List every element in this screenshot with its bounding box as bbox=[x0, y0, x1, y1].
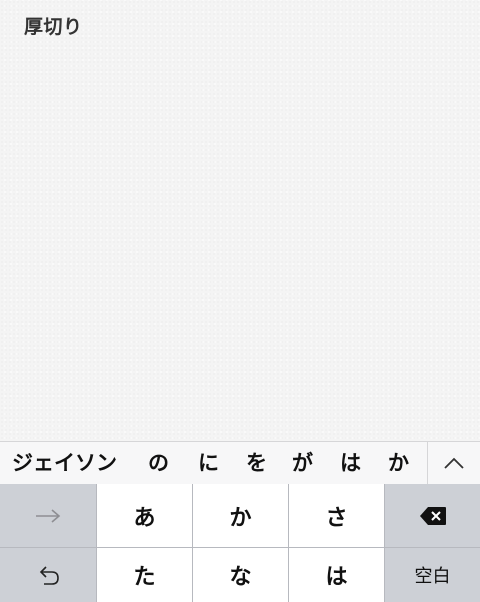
key-ta[interactable]: た bbox=[97, 548, 192, 602]
keyboard: あ か さ た な は 空白 bbox=[0, 484, 480, 602]
key-ha[interactable]: は bbox=[289, 548, 384, 602]
chevron-up-icon bbox=[444, 457, 464, 469]
delete-key[interactable] bbox=[385, 484, 480, 547]
note-canvas[interactable]: 厚切り bbox=[0, 0, 480, 441]
space-key[interactable]: 空白 bbox=[385, 548, 480, 602]
key-sa[interactable]: さ bbox=[289, 484, 384, 547]
key-na[interactable]: な bbox=[193, 548, 288, 602]
prediction-candidate[interactable]: を bbox=[246, 442, 267, 484]
key-ka[interactable]: か bbox=[193, 484, 288, 547]
prediction-bar: ジェイソン の に を が は か bbox=[0, 441, 480, 484]
prediction-candidate[interactable]: は bbox=[340, 442, 361, 484]
prediction-candidate[interactable]: が bbox=[292, 442, 313, 484]
arrow-right-icon bbox=[36, 508, 61, 523]
note-text[interactable]: 厚切り bbox=[24, 12, 83, 39]
undo-key[interactable] bbox=[0, 548, 96, 602]
next-char-key[interactable] bbox=[0, 484, 96, 547]
key-a[interactable]: あ bbox=[97, 484, 192, 547]
undo-icon bbox=[39, 566, 59, 585]
prediction-candidate[interactable]: に bbox=[198, 442, 219, 484]
expand-candidates-button[interactable] bbox=[428, 442, 480, 484]
delete-backspace-icon bbox=[419, 506, 446, 525]
prediction-candidate[interactable]: の bbox=[148, 442, 169, 484]
prediction-candidate[interactable]: か bbox=[388, 442, 409, 484]
prediction-candidate[interactable]: ジェイソン bbox=[12, 442, 117, 484]
